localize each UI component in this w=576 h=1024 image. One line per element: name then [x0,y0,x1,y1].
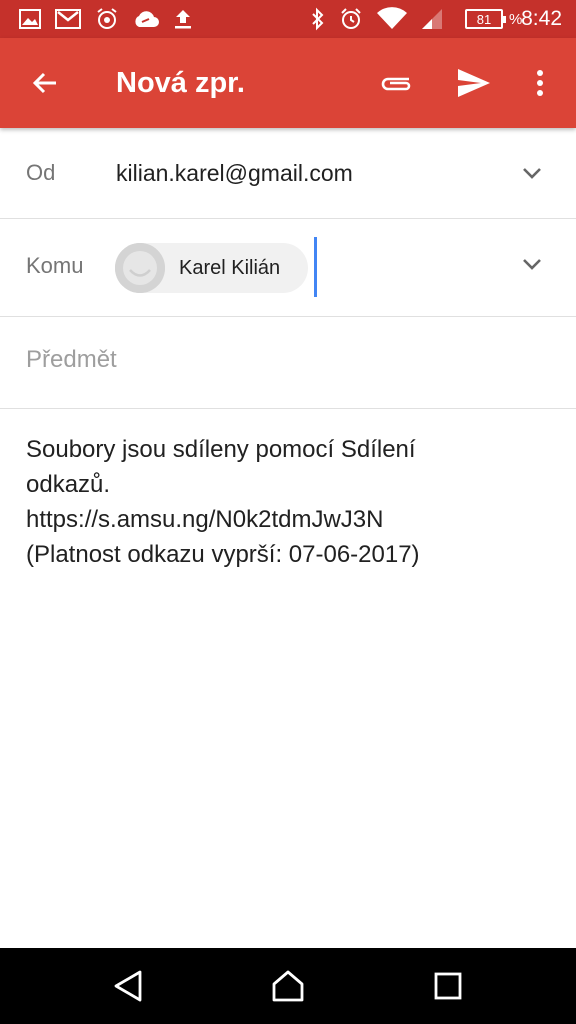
message-body[interactable]: Soubory jsou sdíleny pomocí Sdílení odka… [26,432,546,572]
page-title: Nová zpr. [116,66,245,99]
avatar [115,243,165,293]
navigation-bar [0,948,576,1024]
recents-icon[interactable] [422,960,474,1012]
from-row[interactable]: Od kilian.karel@gmail.com [0,128,576,219]
body-line: odkazů. [26,471,111,498]
gmail-icon [52,0,84,38]
app-bar: Nová zpr. [0,38,576,128]
subject-input[interactable]: Předmět [26,346,117,374]
cell-signal-icon [418,0,446,38]
recipient-chip[interactable]: Karel Kilián [115,243,308,293]
gallery-icon [16,0,44,38]
chevron-down-icon[interactable] [518,250,546,278]
text-cursor [314,237,317,297]
status-time: 8:42 [521,7,562,30]
attach-icon[interactable] [372,59,420,107]
battery-level: 81 [476,11,492,27]
alarm-clock-app-icon [92,0,122,38]
to-row[interactable]: Komu Karel Kilián [0,219,576,317]
to-label: Komu [26,253,84,278]
body-line: https://s.amsu.ng/N0k2tdmJwJ3N [26,506,384,533]
from-label: Od [26,160,56,185]
cloud-link-icon [130,0,162,38]
bluetooth-icon [306,0,330,38]
upload-icon [168,0,198,38]
from-value: kilian.karel@gmail.com [116,160,353,186]
send-icon[interactable] [450,59,498,107]
status-bar: 81 % 8:42 [0,0,576,38]
alarm-icon [336,0,366,38]
body-line: (Platnost odkazu vyprší: 07-06-2017) [26,541,420,568]
chevron-down-icon[interactable] [518,159,546,187]
home-icon[interactable] [262,960,314,1012]
back-nav-icon[interactable] [102,960,154,1012]
more-vert-icon[interactable] [516,59,564,107]
back-arrow-icon[interactable] [21,59,69,107]
battery-icon: 81 [465,9,506,29]
body-line: Soubory jsou sdíleny pomocí Sdílení [26,436,416,463]
wifi-icon [374,0,410,38]
recipient-name: Karel Kilián [179,256,281,279]
